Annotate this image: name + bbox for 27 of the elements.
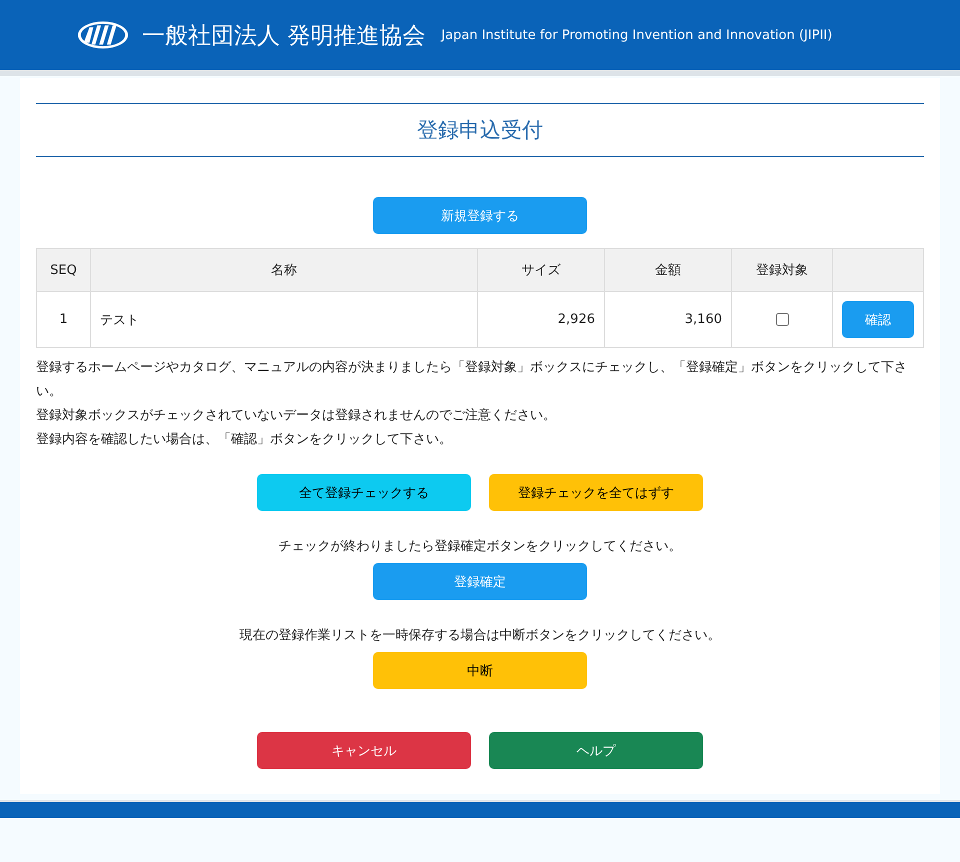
- hint-text: 現在の登録作業リストを一時保存する場合は中断ボタンをクリックしてください。: [238, 627, 722, 644]
- instruction-text: 登録するホームページやカタログ、マニュアルの内容が決まりましたら「登録対象」ボックスにチェックし、「登録確定」ボタンをクリックして下さい。: [36, 359, 908, 401]
- cancel-button[interactable]: キャンセル: [257, 732, 471, 769]
- hint-text: チェックが終わりましたら登録確定ボタンをクリックしてください。: [278, 538, 682, 555]
- column-header: 金額: [604, 248, 732, 292]
- column-header: 名称: [90, 248, 478, 292]
- column-header: サイズ: [478, 248, 604, 292]
- table-cell: 3,160: [604, 292, 732, 348]
- instruction-text: 登録内容を確認したい場合は、「確認」ボタンをクリックして下さい。: [36, 431, 453, 449]
- help-button[interactable]: ヘルプ: [489, 732, 703, 769]
- check-toggle-button[interactable]: 登録チェックを全てはずす: [489, 474, 703, 511]
- confirm-button[interactable]: 確認: [842, 301, 914, 338]
- table-cell: テスト: [90, 292, 478, 348]
- register-checkbox[interactable]: [776, 312, 789, 326]
- logo-icon: [76, 19, 130, 51]
- table-cell: 1: [36, 292, 90, 348]
- org-name-english: Japan Institute for Promoting Invention and Innovation (JIPII): [441, 28, 832, 42]
- column-header: 登録対象: [732, 248, 832, 292]
- new-registration-button[interactable]: 新規登録する: [373, 197, 587, 234]
- column-header: SEQ: [36, 248, 90, 292]
- instruction-text: 登録対象ボックスがチェックされていないデータは登録されませんのでご注意ください。: [36, 407, 557, 425]
- table-cell: 2,926: [478, 292, 604, 348]
- page-title: 登録申込受付: [36, 103, 924, 157]
- finalize-button[interactable]: 登録確定: [373, 563, 587, 600]
- org-name: 一般社団法人 発明推進協会: [142, 22, 426, 50]
- check-toggle-button[interactable]: 全て登録チェックする: [257, 474, 471, 511]
- suspend-button[interactable]: 中断: [373, 652, 587, 689]
